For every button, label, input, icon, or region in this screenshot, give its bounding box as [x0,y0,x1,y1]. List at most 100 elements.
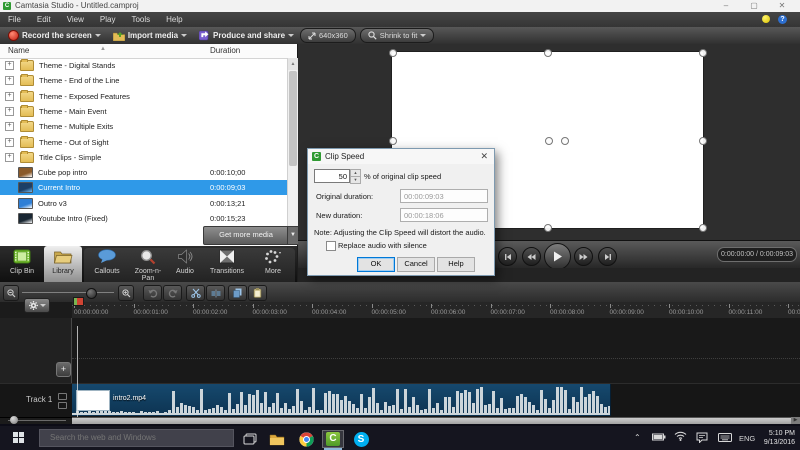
duration-column-header[interactable]: Duration [210,46,240,55]
track-visibility-icon[interactable] [58,402,67,409]
rotate-handle[interactable] [561,137,569,145]
center-handle[interactable] [545,137,553,145]
maximize-button[interactable]: ▢ [744,0,764,11]
action-center-icon[interactable] [696,432,708,443]
produce-share-button[interactable]: Produce and share [193,27,300,44]
resize-handle[interactable] [699,224,707,232]
tab-clip-bin[interactable]: Clip Bin [1,246,43,282]
tray-expand-icon[interactable]: ⌃ [634,433,641,442]
resize-handle[interactable] [544,49,552,57]
track-options-button[interactable] [24,298,50,313]
wifi-icon[interactable] [674,431,687,441]
cancel-button[interactable]: Cancel [397,257,435,272]
expand-icon[interactable]: + [5,153,14,162]
track-height-slider-handle[interactable] [10,416,18,424]
media-row-clip[interactable]: Cube pop intro0:00:10;00 [0,165,287,180]
taskbar-search-input[interactable] [39,429,234,447]
media-row-clip[interactable]: Outro v30:00:13;21 [0,196,287,211]
play-button[interactable] [544,243,571,270]
menu-edit[interactable]: Edit [29,12,59,27]
name-column-header[interactable]: Name [8,46,29,55]
media-row-clip[interactable]: Current Intro0:00:09;03 [0,180,287,195]
battery-icon[interactable] [652,433,666,441]
menu-view[interactable]: View [59,12,92,27]
keyboard-icon[interactable] [718,433,732,442]
media-row-folder[interactable]: +Theme - End of the Line [0,73,287,88]
record-screen-button[interactable]: Record the screen [2,27,107,44]
fast-forward-button[interactable] [574,247,593,266]
start-button[interactable] [0,426,38,450]
expand-icon[interactable]: + [5,76,14,85]
expand-icon[interactable]: + [5,92,14,101]
track-lock-icon[interactable] [58,393,67,400]
expand-icon[interactable]: + [5,61,14,70]
media-row-folder[interactable]: +Theme - Digital Stands [0,58,287,73]
editing-dimensions-button[interactable]: 640x360 [300,28,356,43]
timeline-ruler[interactable]: 00:00:00:0000:00:01:0000:00:02:0000:00:0… [72,302,800,319]
tab-callouts[interactable]: Callouts [86,246,128,282]
help-button[interactable]: Help [437,257,475,272]
zoom-slider-handle[interactable] [86,288,97,299]
help-icon[interactable]: ? [778,15,787,24]
timeline-clip[interactable]: intro2.mp4 [72,384,611,416]
resize-handle[interactable] [699,49,707,57]
timeline-zoom-slider[interactable] [22,292,114,293]
tab-library[interactable]: Library [44,246,82,282]
scrollbar-thumb[interactable] [289,71,297,166]
skype-taskbar-button[interactable]: S [350,430,372,448]
camtasia-taskbar-button[interactable]: C [322,430,344,448]
tab-zoom-n-pan[interactable]: Zoom-n-Pan [129,246,167,282]
cut-button[interactable] [186,285,205,301]
split-button[interactable] [206,285,225,301]
tab-transitions[interactable]: Transitions [203,246,251,282]
add-track-button[interactable]: + [56,362,71,377]
tab-audio[interactable]: Audio [168,246,202,282]
redo-button[interactable] [163,285,182,301]
media-list-scrollbar[interactable]: ▲ [287,58,298,243]
minimize-button[interactable]: – [716,0,736,11]
get-more-media-button[interactable]: Get more media [203,226,289,245]
zoom-out-button[interactable] [3,285,19,301]
language-indicator[interactable]: ENG [739,434,755,443]
chrome-button[interactable] [295,430,317,448]
jump-to-end-button[interactable] [598,247,617,266]
menu-file[interactable]: File [0,12,29,27]
resize-handle[interactable] [389,49,397,57]
media-row-folder[interactable]: +Theme - Multiple Exits [0,119,287,134]
media-row-folder[interactable]: +Theme - Out of Sight [0,135,287,150]
copy-button[interactable] [228,285,247,301]
zoom-mode-dropdown[interactable]: Shrink to fit [360,28,435,43]
media-row-folder[interactable]: +Theme - Main Event [0,104,287,119]
replace-audio-checkbox[interactable] [326,241,336,251]
menu-help[interactable]: Help [158,12,190,27]
zoom-in-button[interactable] [118,285,134,301]
tip-lightbulb-icon[interactable] [762,15,770,23]
resize-handle[interactable] [699,137,707,145]
playhead-handle[interactable] [73,297,84,306]
expand-icon[interactable]: + [5,122,14,131]
task-view-button[interactable] [239,430,261,448]
speed-percent-input[interactable] [314,169,350,183]
jump-to-start-button[interactable] [498,247,517,266]
dialog-close-icon[interactable]: ✕ [480,151,488,162]
media-row-folder[interactable]: +Theme - Exposed Features [0,89,287,104]
scroll-up-icon[interactable]: ▲ [288,58,298,70]
menu-tools[interactable]: Tools [123,12,158,27]
resize-handle[interactable] [389,137,397,145]
media-row-clip[interactable]: Youtube Intro (Fixed)0:00:15;23 [0,211,287,226]
taskbar-clock[interactable]: 5:10 PM 9/13/2016 [757,429,795,447]
undo-button[interactable] [143,285,162,301]
expand-icon[interactable]: + [5,107,14,116]
paste-button[interactable] [248,285,267,301]
expand-icon[interactable]: + [5,138,14,147]
ok-button[interactable]: OK [357,257,395,272]
import-media-button[interactable]: Import media [107,27,193,44]
close-button[interactable]: ✕ [772,0,792,11]
rewind-button[interactable] [522,247,541,266]
resize-handle[interactable] [544,224,552,232]
scroll-right-icon[interactable]: ▶ [791,417,800,424]
media-row-folder[interactable]: +Title Clips - Simple [0,150,287,165]
file-explorer-button[interactable] [266,430,288,448]
tab-more[interactable]: More [252,246,294,282]
spin-down-icon[interactable]: ▼ [350,176,361,184]
